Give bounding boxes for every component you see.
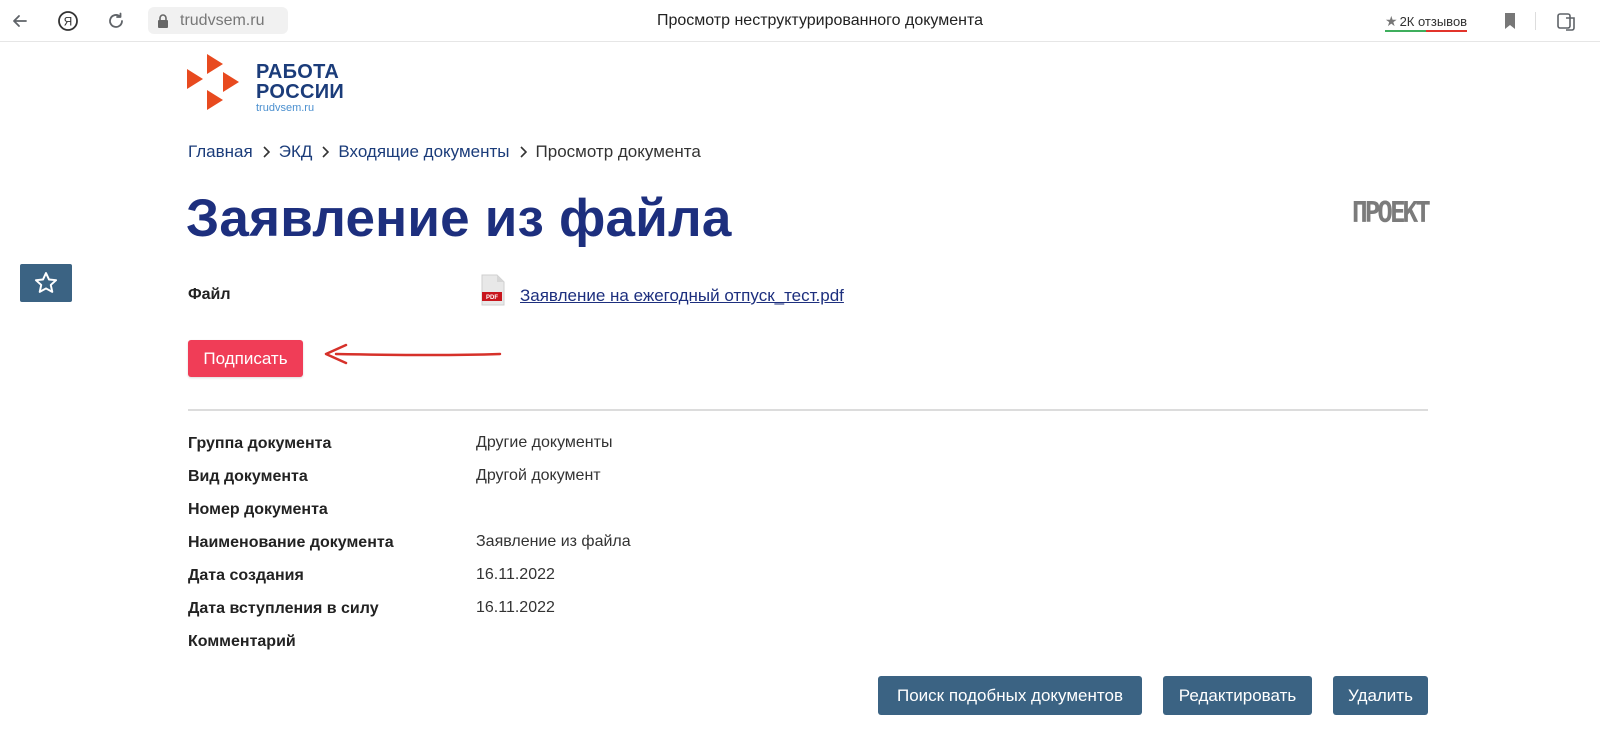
chevron-right-icon <box>253 146 279 158</box>
lock-icon <box>158 13 168 28</box>
chevron-right-icon <box>312 146 338 158</box>
breadcrumb-current: Просмотр документа <box>535 142 701 161</box>
property-key: Дата вступления в силу <box>188 600 379 617</box>
logo-subtitle: trudvsem.ru <box>256 102 315 114</box>
breadcrumb-ekd[interactable]: ЭКД <box>279 142 313 162</box>
property-value: Другие документы <box>476 434 613 451</box>
breadcrumb: Главная ЭКД Входящие документы Просмотр … <box>188 142 701 162</box>
property-value: 16.11.2022 <box>476 566 555 583</box>
status-badge: ПРОЕКТ <box>1352 196 1431 230</box>
property-key: Номер документа <box>188 501 328 518</box>
property-value: Другой документ <box>476 467 601 484</box>
property-key: Дата создания <box>188 567 304 584</box>
reviews-text: 2К отзывов <box>1399 13 1468 29</box>
bookmark-icon[interactable] <box>1498 9 1522 33</box>
star-outline-icon <box>34 272 58 293</box>
file-link[interactable]: Заявление на ежегодный отпуск_тест.pdf <box>520 286 844 306</box>
browser-toolbar: Я trudvsem.ru Просмотр неструктурированн… <box>0 0 1600 42</box>
toolbar-separator <box>1535 12 1536 30</box>
property-key: Комментарий <box>188 633 296 650</box>
logo-line2: РОССИИ <box>256 81 345 103</box>
sign-button[interactable]: Подписать <box>188 340 303 377</box>
file-label: Файл <box>188 286 231 303</box>
reload-icon[interactable] <box>104 9 128 33</box>
property-key: Вид документа <box>188 468 308 485</box>
pdf-icon-label: PDF <box>486 295 498 301</box>
logo-line1: РАБОТА <box>256 61 340 83</box>
logo-text: РАБОТА РОССИИ trudvsem.ru <box>256 62 344 114</box>
delete-button[interactable]: Удалить <box>1333 676 1428 715</box>
star-icon: ★ <box>1385 12 1398 29</box>
pdf-file-icon: PDF <box>481 274 505 306</box>
annotation-arrow-icon <box>324 343 502 365</box>
yandex-icon[interactable]: Я <box>56 9 80 33</box>
logo-arrows-icon <box>187 54 239 110</box>
url-text: trudvsem.ru <box>180 11 265 29</box>
chevron-right-icon <box>510 146 536 158</box>
section-divider <box>188 409 1428 411</box>
favorite-button[interactable] <box>20 264 72 302</box>
reviews-underline <box>1385 30 1468 32</box>
reviews-badge[interactable]: ★ 2К отзывов <box>1385 10 1468 32</box>
property-key: Наименование документа <box>188 534 394 551</box>
property-value: 16.11.2022 <box>476 599 555 616</box>
search-similar-button[interactable]: Поиск подобных документов <box>878 676 1142 715</box>
protect-icon[interactable] <box>1555 9 1579 33</box>
edit-button[interactable]: Редактировать <box>1163 676 1312 715</box>
back-icon[interactable] <box>8 9 32 33</box>
breadcrumb-incoming[interactable]: Входящие документы <box>338 142 509 162</box>
property-key: Группа документа <box>188 435 332 452</box>
property-value: Заявление из файла <box>476 533 631 550</box>
svg-text:Я: Я <box>64 15 73 29</box>
breadcrumb-home[interactable]: Главная <box>188 142 253 162</box>
page-title: Заявление из файла <box>186 189 732 248</box>
address-bar[interactable]: trudvsem.ru <box>148 7 288 34</box>
